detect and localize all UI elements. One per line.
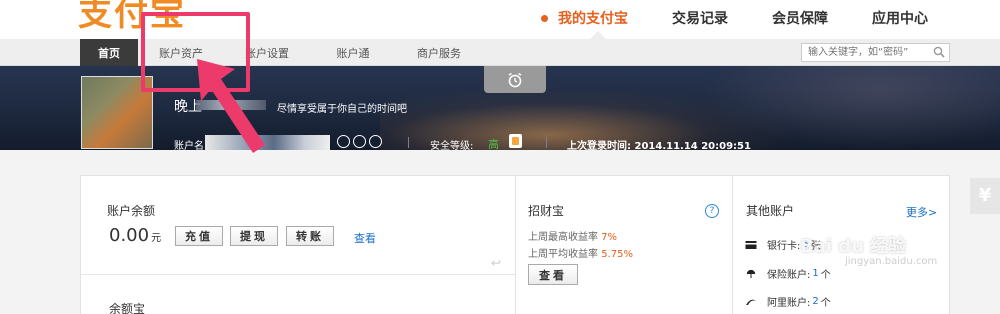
side-yen-tab[interactable]: ¥	[970, 178, 1000, 214]
max-yield-value: 7%	[601, 232, 618, 243]
watermark: Bai du 经验	[800, 236, 907, 257]
shield-icon[interactable]	[509, 134, 522, 148]
avg-yield: 上周平均收益率 5.75%	[528, 245, 633, 260]
transfer-button[interactable]: 转账	[286, 226, 334, 246]
balance-value: 0.00	[109, 225, 150, 246]
nav-label: 会员保障	[772, 11, 828, 27]
row-label: 银行卡:	[767, 241, 801, 252]
balance-title: 账户余额	[107, 204, 156, 218]
watermark-url: jingyan.baidu.com	[845, 256, 938, 267]
main-nav: 我的支付宝 交易记录 会员保障 应用中心	[519, 0, 950, 36]
last-login-time: 2014.11.14 20:09:51	[634, 141, 751, 150]
view-button[interactable]: 查看	[528, 264, 578, 285]
search-input[interactable]	[801, 43, 950, 62]
identity-icon[interactable]	[337, 135, 350, 148]
alibaba-row[interactable]: 阿里账户: 2 个	[745, 294, 831, 309]
nav-label: 应用中心	[872, 11, 928, 27]
active-dot-icon	[541, 14, 548, 22]
nav-app-center[interactable]: 应用中心	[850, 0, 950, 36]
avg-yield-value: 5.75%	[601, 249, 633, 260]
active-caret-icon	[590, 31, 606, 39]
max-yield: 上周最高收益率 7%	[528, 228, 617, 243]
return-icon[interactable]: ↩	[491, 256, 501, 270]
row-label: 保险账户:	[767, 270, 811, 281]
mobile-icon[interactable]	[369, 135, 382, 148]
security-level-value: 高	[488, 138, 499, 150]
balance-amount: 0.00 元	[109, 225, 161, 246]
nav-transactions[interactable]: 交易记录	[650, 0, 750, 36]
withdraw-button[interactable]: 提现	[230, 226, 278, 246]
balance-unit: 元	[151, 233, 162, 244]
row-suffix: 个	[820, 270, 831, 281]
zhaocaibao-title: 招财宝	[528, 204, 565, 218]
divider	[81, 274, 515, 275]
nav-label: 我的支付宝	[558, 11, 628, 27]
nav-member-protection[interactable]: 会员保障	[750, 0, 850, 36]
alarm-clock-icon[interactable]	[484, 66, 546, 93]
nav-my-alipay[interactable]: 我的支付宝	[519, 0, 650, 36]
alibaba-icon	[746, 299, 756, 305]
last-login-label: 上次登录时间:	[567, 141, 631, 150]
subnav-account-pass[interactable]: 账户通	[310, 39, 396, 66]
help-icon[interactable]: ?	[705, 204, 719, 218]
max-yield-label: 上周最高收益率	[528, 232, 598, 243]
recharge-button[interactable]: 充值	[175, 226, 223, 246]
security-level-label: 安全等级:	[430, 141, 474, 150]
last-login: 上次登录时间: 2014.11.14 20:09:51	[567, 137, 751, 150]
view-balance-link[interactable]: 查看	[354, 230, 376, 246]
search-icon[interactable]	[933, 46, 945, 58]
row-label: 阿里账户:	[767, 298, 811, 309]
avg-yield-label: 上周平均收益率	[528, 249, 598, 260]
subnav-merchant-services[interactable]: 商户服务	[396, 39, 482, 66]
other-accounts-title: 其他账户	[746, 204, 795, 218]
umbrella-icon	[746, 269, 756, 278]
row-suffix: 个	[820, 298, 831, 309]
bank-card-icon	[745, 240, 757, 249]
yuebao-title: 余额宝	[109, 302, 146, 314]
annotation-arrow-icon	[197, 59, 265, 153]
more-link[interactable]: 更多>	[906, 204, 937, 220]
divider	[546, 137, 547, 148]
verification-icons	[337, 135, 382, 148]
row-count[interactable]: 1	[812, 268, 818, 279]
nav-label: 交易记录	[672, 11, 728, 27]
row-count[interactable]: 2	[812, 296, 818, 307]
insurance-row[interactable]: 保险账户: 1 个	[745, 266, 831, 281]
subnav-home[interactable]: 首页	[80, 39, 138, 66]
balance-card: 账户余额 0.00 元 充值 提现 转账 查看 ↩ 余额宝	[80, 175, 516, 314]
certificate-icon[interactable]	[353, 135, 366, 148]
divider	[408, 137, 409, 148]
zhaocaibao-card: 招财宝 ? 上周最高收益率 7% 上周平均收益率 5.75% 查看	[515, 175, 733, 314]
